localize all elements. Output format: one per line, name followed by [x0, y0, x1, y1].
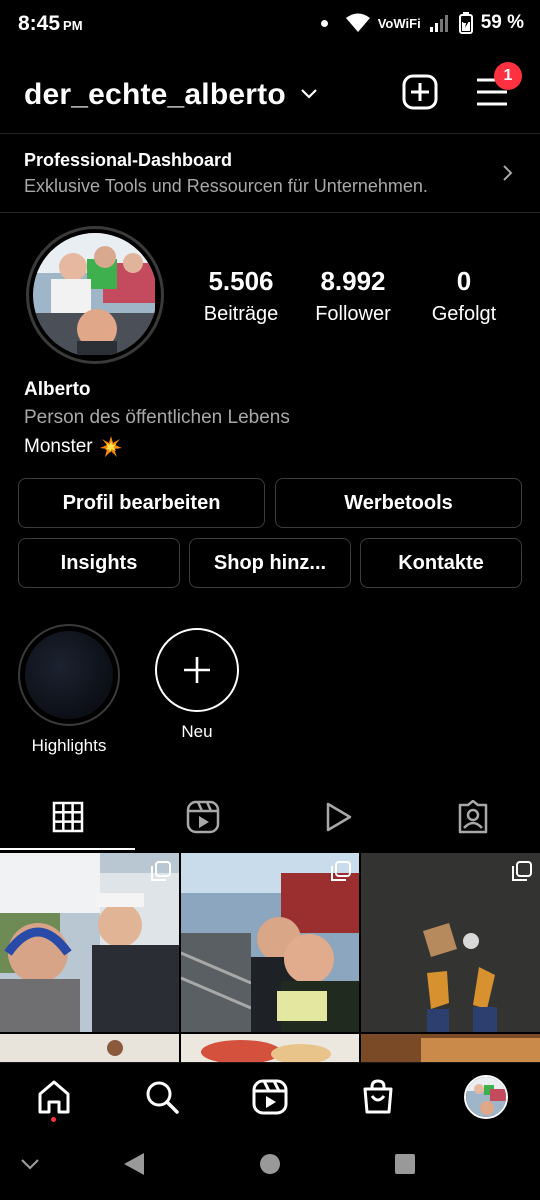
username-switcher[interactable]: der_echte_alberto	[24, 78, 286, 112]
status-time: 8:45 PM	[18, 12, 83, 35]
notification-badge: 1	[494, 62, 522, 90]
professional-dashboard-link[interactable]: Professional-Dashboard Exklusive Tools u…	[0, 134, 540, 212]
multiple-posts-icon	[331, 861, 351, 881]
stat-following[interactable]: 0 Gefolgt	[426, 266, 502, 326]
stat-posts[interactable]: 5.506 Beiträge	[200, 266, 282, 326]
dashboard-title: Professional-Dashboard	[24, 150, 233, 170]
profile-name: Alberto	[24, 379, 91, 400]
grid-post[interactable]	[181, 1034, 359, 1064]
bio-text: Monster	[24, 436, 93, 457]
stat-posts-value: 5.506	[208, 266, 274, 296]
system-navigation-bar	[0, 1130, 540, 1200]
multiple-posts-icon	[151, 861, 171, 881]
highlight-item[interactable]: Highlights	[18, 624, 120, 756]
battery-percent: 59 %	[480, 12, 524, 33]
contacts-button[interactable]: Kontakte	[360, 538, 522, 588]
multiple-posts-icon	[512, 861, 532, 881]
vowifi-label: VoWiFi	[377, 15, 421, 31]
new-highlight-button[interactable]: Neu	[155, 628, 239, 742]
grid-post[interactable]	[361, 853, 540, 1032]
highlight-label: Highlights	[31, 736, 107, 755]
grid-post[interactable]	[181, 853, 359, 1032]
recents-icon[interactable]	[394, 1153, 416, 1175]
wifi-icon	[345, 13, 370, 32]
profile-avatar[interactable]	[26, 226, 164, 364]
chevron-right-icon	[503, 165, 513, 181]
collision-emoji-icon	[99, 436, 122, 457]
home-notification-dot	[51, 1117, 56, 1122]
notification-dot-icon	[320, 19, 328, 27]
home-icon	[38, 1080, 70, 1114]
highlight-cover	[18, 624, 120, 726]
stat-followers-label: Follower	[315, 303, 391, 325]
profile-header: der_echte_alberto	[0, 60, 540, 130]
status-bar: 8:45 PM VoWiFi 59 %	[0, 0, 540, 52]
profile-category: Person des öffentlichen Lebens	[24, 407, 290, 428]
tab-tagged[interactable]	[405, 784, 540, 850]
nav-home[interactable]	[30, 1073, 78, 1121]
dashboard-subtitle: Exklusive Tools und Ressourcen für Unter…	[24, 176, 428, 196]
nav-reels[interactable]	[246, 1073, 294, 1121]
reels-icon	[186, 800, 219, 834]
search-icon	[146, 1081, 179, 1114]
grid-post[interactable]	[0, 1034, 179, 1064]
tagged-icon	[458, 800, 487, 834]
tab-reels[interactable]	[135, 784, 270, 850]
nav-profile[interactable]	[462, 1073, 510, 1121]
divider	[0, 212, 540, 213]
shop-icon	[363, 1079, 393, 1114]
stat-posts-label: Beiträge	[203, 303, 279, 325]
ad-tools-button[interactable]: Werbetools	[275, 478, 522, 528]
stat-followers[interactable]: 8.992 Follower	[308, 266, 398, 326]
active-tab-indicator	[0, 848, 135, 850]
bottom-navigation	[0, 1062, 540, 1128]
chevron-down-icon[interactable]	[300, 88, 318, 100]
reels-icon	[252, 1079, 288, 1115]
grid-post[interactable]	[0, 853, 179, 1032]
profile-bio: Monster	[24, 435, 123, 459]
new-highlight-label: Neu	[181, 722, 213, 741]
grid-post[interactable]	[361, 1034, 540, 1064]
plus-icon	[184, 657, 210, 683]
tab-videos[interactable]	[270, 784, 405, 850]
profile-avatar-small	[464, 1075, 508, 1119]
status-icons: VoWiFi 59 %	[320, 12, 524, 34]
videos-icon	[326, 802, 351, 832]
stat-following-label: Gefolgt	[431, 303, 497, 325]
edit-profile-button[interactable]: Profil bearbeiten	[18, 478, 265, 528]
add-shop-button[interactable]: Shop hinz...	[189, 538, 351, 588]
stat-followers-value: 8.992	[320, 266, 386, 296]
home-button-icon[interactable]	[259, 1153, 281, 1175]
signal-icon	[429, 15, 448, 32]
collapse-chevron-icon[interactable]	[20, 1158, 40, 1170]
tab-grid[interactable]	[0, 784, 135, 850]
insights-button[interactable]: Insights	[18, 538, 180, 588]
battery-icon	[458, 12, 473, 34]
grid-icon	[52, 801, 83, 833]
new-highlight-circle	[155, 628, 239, 712]
avatar-photo	[33, 233, 157, 357]
back-icon[interactable]	[123, 1152, 145, 1176]
stat-following-value: 0	[456, 266, 472, 296]
add-post-icon[interactable]	[402, 74, 438, 110]
nav-search[interactable]	[138, 1073, 186, 1121]
nav-shop[interactable]	[354, 1073, 402, 1121]
